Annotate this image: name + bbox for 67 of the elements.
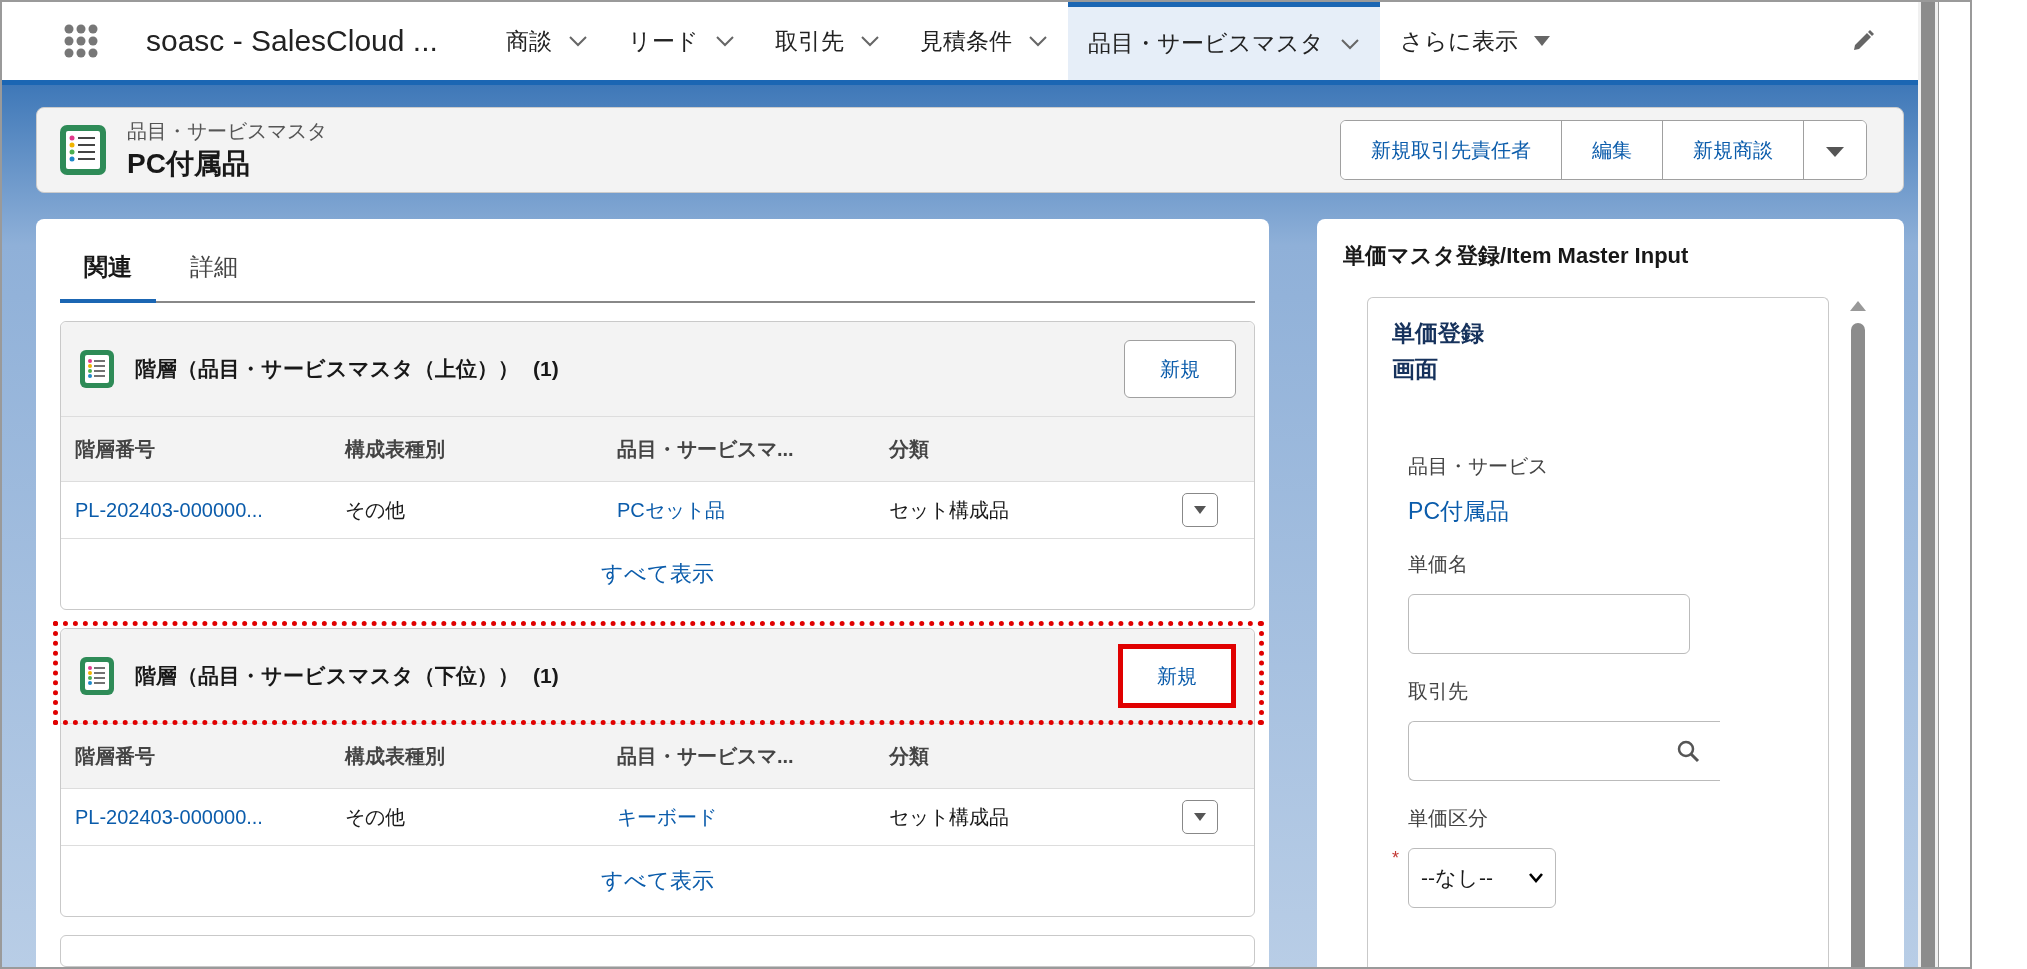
column-header: 品目・サービスマ...	[617, 436, 795, 462]
field-label: 品目・サービス	[1408, 454, 1550, 480]
record-link[interactable]: PCセット品	[617, 496, 889, 524]
chevron-down-icon	[715, 35, 735, 47]
record-name: PC付属品	[127, 146, 251, 181]
object-type: 品目・サービスマスタ	[127, 118, 327, 144]
record-tab[interactable]: 詳細	[166, 229, 262, 301]
nav-tab[interactable]: 取引先	[755, 2, 900, 80]
new-button[interactable]: 新規	[1118, 644, 1237, 708]
triangle-down-icon	[1194, 813, 1207, 821]
more-menu[interactable]: さらに表示	[1380, 2, 1570, 80]
chevron-down-icon	[1529, 873, 1544, 884]
chevron-down-icon	[860, 35, 880, 47]
nav-tab[interactable]: リード	[608, 2, 755, 80]
record-tab[interactable]: 関連	[60, 229, 156, 303]
chevron-down-icon	[568, 35, 588, 47]
record-link[interactable]: PL-202403-000000...	[75, 805, 345, 829]
column-header: 構成表種別	[345, 743, 446, 769]
required-mark: *	[1392, 848, 1401, 870]
app-launcher-icon[interactable]	[64, 24, 98, 58]
form-title: 単価登録画面	[1392, 319, 1486, 384]
new-button[interactable]: 新規	[1124, 340, 1237, 398]
record-count: (1)	[533, 664, 559, 688]
table-cell-text: セット構成品	[889, 804, 1010, 830]
lookup-field[interactable]	[1408, 721, 1721, 782]
column-header: 分類	[889, 743, 930, 769]
pencil-icon[interactable]	[1852, 30, 1874, 52]
triangle-down-icon	[1826, 146, 1844, 157]
search-icon	[1676, 739, 1701, 764]
select-field[interactable]: --なし--	[1408, 848, 1557, 909]
related-list-title: 階層（品目・サービスマスタ（上位））	[135, 356, 519, 382]
nav-tab[interactable]: 見積条件	[900, 2, 1068, 80]
field-label: 取引先	[1408, 679, 1470, 705]
table-cell-text: その他	[345, 497, 406, 523]
list-icon	[79, 349, 115, 389]
field-label: 単価名	[1408, 552, 1470, 578]
nav-tab[interactable]: 商談	[486, 2, 608, 80]
field-value-link[interactable]: PC付属品	[1408, 496, 1829, 528]
table-cell-text: セット構成品	[889, 497, 1010, 523]
related-list-title: 階層（品目・サービスマスタ（下位））	[135, 663, 519, 689]
column-header: 構成表種別	[345, 436, 446, 462]
record-list-icon	[59, 124, 107, 176]
more-actions-button[interactable]	[1803, 121, 1866, 179]
view-all-link[interactable]: すべて表示	[601, 559, 715, 589]
table-cell-text: その他	[345, 804, 406, 830]
panel-title: 単価マスタ登録/Item Master Input	[1343, 242, 1690, 270]
scroll-up-icon[interactable]	[1850, 301, 1867, 311]
view-all-link[interactable]: すべて表示	[601, 866, 715, 896]
column-header: 階層番号	[75, 436, 156, 462]
field-label: 単価区分	[1408, 806, 1490, 832]
row-menu-button[interactable]	[1182, 800, 1219, 834]
input-field[interactable]	[1408, 594, 1691, 655]
chevron-down-icon	[1340, 37, 1360, 50]
triangle-down-icon	[1194, 506, 1207, 514]
record-link[interactable]: PL-202403-000000...	[75, 498, 345, 522]
column-header: 品目・サービスマ...	[617, 743, 795, 769]
app-name: soasc - SalesCloud ...	[146, 24, 439, 58]
row-menu-button[interactable]	[1182, 493, 1219, 527]
scrollbar-thumb[interactable]	[1851, 323, 1866, 967]
column-header: 階層番号	[75, 743, 156, 769]
nav-tab[interactable]: 品目・サービスマスタ	[1068, 2, 1380, 80]
triangle-down-icon	[1534, 36, 1550, 46]
record-count: (1)	[533, 357, 559, 381]
record-link[interactable]: キーボード	[617, 803, 889, 831]
chevron-down-icon	[1028, 35, 1048, 47]
list-icon	[79, 656, 115, 696]
column-header: 分類	[889, 436, 930, 462]
